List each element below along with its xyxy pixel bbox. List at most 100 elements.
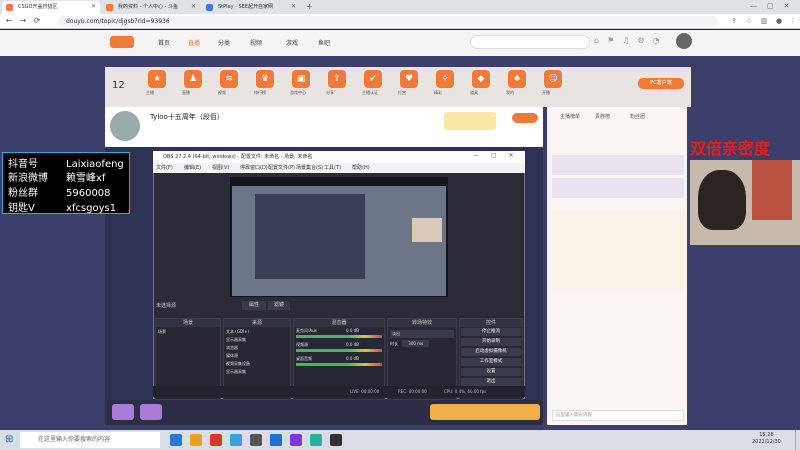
obs-menu-item[interactable]: 工具(T) xyxy=(324,164,341,171)
nav-category[interactable]: 分类 xyxy=(218,38,230,47)
game-icon-label[interactable]: 直播 xyxy=(182,90,190,96)
show-desktop-button[interactable] xyxy=(795,430,800,450)
game-icon-label[interactable]: 游戏中心 xyxy=(290,90,306,96)
taskbar-app-icon[interactable] xyxy=(190,434,202,446)
chat-tab-2[interactable]: 贵族榜 xyxy=(595,113,610,120)
game-icon-label[interactable]: 我的 xyxy=(506,90,514,96)
game-icon[interactable]: ♟ xyxy=(184,70,202,88)
scene-item[interactable]: 场景 xyxy=(156,327,220,337)
volume-meter[interactable] xyxy=(296,349,382,352)
site-logo[interactable] xyxy=(110,36,134,48)
profile-icon[interactable]: ● xyxy=(775,17,783,25)
game-icon-label[interactable]: 排行榜 xyxy=(254,90,266,96)
nav-home[interactable]: 首页 xyxy=(158,38,170,47)
control-button[interactable]: 工作室模式 xyxy=(461,358,521,366)
source-item[interactable]: 浏览器 xyxy=(226,344,288,352)
game-icon[interactable]: ♠ xyxy=(508,70,526,88)
back-icon[interactable]: ← xyxy=(4,16,14,26)
obs-menu-item[interactable]: 帮助(H) xyxy=(352,164,370,171)
follow-button[interactable] xyxy=(512,113,538,123)
game-icon-label[interactable]: 分享 xyxy=(326,90,334,96)
obs-menu-item[interactable]: 场景集合(S) xyxy=(296,164,323,171)
sidebar-icon[interactable]: ▥ xyxy=(760,17,768,25)
volume-meter[interactable] xyxy=(296,335,382,338)
transition-select[interactable]: 淡出 xyxy=(390,330,454,338)
game-icon[interactable]: ✧ xyxy=(436,70,454,88)
windows-start-icon[interactable]: ⊞ xyxy=(5,434,13,445)
close-tab-icon[interactable]: ✕ xyxy=(291,3,296,10)
game-icon-label[interactable]: 主播 xyxy=(146,90,154,96)
filters-button[interactable]: 滤镜 xyxy=(268,301,290,310)
forward-icon[interactable]: → xyxy=(18,16,28,26)
menu-icon[interactable]: ⋮ xyxy=(789,17,797,25)
game-icon-label[interactable]: 道具 xyxy=(470,90,478,96)
gift-icon[interactable] xyxy=(140,404,162,420)
game-icon[interactable]: ★ xyxy=(148,70,166,88)
streamer-avatar[interactable] xyxy=(110,111,140,141)
pc-client-button[interactable]: PC客户端 xyxy=(638,78,684,89)
header-icons[interactable]: ⌂⚑♫⚙◔ xyxy=(594,36,668,45)
control-button[interactable]: 开始录制 xyxy=(461,338,521,346)
obs-menu-item[interactable]: 文件(F) xyxy=(156,164,173,171)
nav-live[interactable]: 直播 xyxy=(188,38,200,47)
taskbar-app-icon[interactable] xyxy=(290,434,302,446)
reload-icon[interactable]: ⟳ xyxy=(32,16,42,26)
properties-button[interactable]: 属性 xyxy=(242,301,266,310)
game-icon-label[interactable]: 打赏 xyxy=(398,90,406,96)
taskbar-app-icon[interactable] xyxy=(250,434,262,446)
taskbar-app-icon[interactable] xyxy=(310,434,322,446)
source-item[interactable]: 视频采集设备 xyxy=(226,360,288,368)
control-button[interactable]: 停止推流 xyxy=(461,328,521,336)
new-tab-icon[interactable]: + xyxy=(306,2,313,11)
taskbar-app-icon[interactable] xyxy=(210,434,222,446)
browser-tab-2[interactable]: 我的资料 - 个人中心 - 斗鱼 ✕ xyxy=(102,1,200,14)
nav-yuba[interactable]: 鱼吧 xyxy=(318,38,330,47)
volume-meter[interactable] xyxy=(296,363,382,366)
game-icon-label[interactable]: 视频 xyxy=(218,90,226,96)
sponsor-banner[interactable] xyxy=(444,112,496,130)
close-tab-icon[interactable]: ✕ xyxy=(191,3,196,10)
share-icon[interactable]: ⇪ xyxy=(730,17,738,25)
taskbar-app-icon[interactable] xyxy=(330,434,342,446)
nav-game[interactable]: 游戏 xyxy=(286,38,298,47)
site-search-input[interactable] xyxy=(470,35,590,49)
game-icon[interactable]: ▣ xyxy=(292,70,310,88)
source-item[interactable]: 显示器采集 xyxy=(226,368,288,376)
control-button[interactable]: 设置 xyxy=(461,368,521,376)
game-icon[interactable]: ⇪ xyxy=(328,70,346,88)
game-icon-label[interactable]: 主播认证 xyxy=(362,90,378,96)
obs-menu-item[interactable]: 视图(V) xyxy=(212,164,229,171)
obs-menu-item[interactable]: 停靠窗口(D) xyxy=(240,164,268,171)
game-icon[interactable]: ◆ xyxy=(472,70,490,88)
url-input[interactable]: douyu.com/topic/djgsb?rid=93936 xyxy=(58,16,718,27)
game-icon[interactable]: ☺ xyxy=(544,70,562,88)
game-icon[interactable]: ✔ xyxy=(364,70,382,88)
taskbar-app-icon[interactable] xyxy=(230,434,242,446)
game-icon-label[interactable]: 精彩 xyxy=(434,90,442,96)
gift-row[interactable] xyxy=(430,404,540,420)
taskbar-app-icon[interactable] xyxy=(170,434,182,446)
control-button[interactable]: 退出 xyxy=(461,378,521,386)
window-controls[interactable]: —▢✕ xyxy=(750,2,799,10)
chat-tab-3[interactable]: 粉丝团 xyxy=(630,113,645,120)
obs-window-controls[interactable]: —▢✕ xyxy=(473,152,526,159)
game-icon[interactable]: ≋ xyxy=(220,70,238,88)
source-item[interactable]: 媒体源 xyxy=(226,352,288,360)
avatar[interactable] xyxy=(676,33,692,49)
control-button[interactable]: 启动虚拟摄像机 xyxy=(461,348,521,356)
taskbar-search-input[interactable]: 在这里输入你要搜索的内容 xyxy=(20,432,160,448)
star-icon[interactable]: ☆ xyxy=(745,17,753,25)
obs-menu-item[interactable]: 编辑(E) xyxy=(184,164,201,171)
chat-input[interactable]: 这里输入聊天内容 xyxy=(552,410,684,421)
browser-tab-3[interactable]: StPlay - SEE起开自家网 ✕ xyxy=(202,1,300,14)
duration-input[interactable]: 300 ms xyxy=(402,340,430,347)
taskbar-app-icon[interactable] xyxy=(270,434,282,446)
close-tab-icon[interactable]: ✕ xyxy=(91,3,96,10)
nav-video[interactable]: 视频 xyxy=(250,38,262,47)
gift-icon[interactable] xyxy=(112,404,134,420)
browser-tab-1[interactable]: CSGO开盖狩猎区 ✕ xyxy=(2,1,100,14)
chat-tab-1[interactable]: 主播榜单 xyxy=(560,113,580,120)
game-icon[interactable]: ♥ xyxy=(400,70,418,88)
obs-menu-item[interactable]: 配置文件(P) xyxy=(268,164,295,171)
game-icon[interactable]: ♛ xyxy=(256,70,274,88)
